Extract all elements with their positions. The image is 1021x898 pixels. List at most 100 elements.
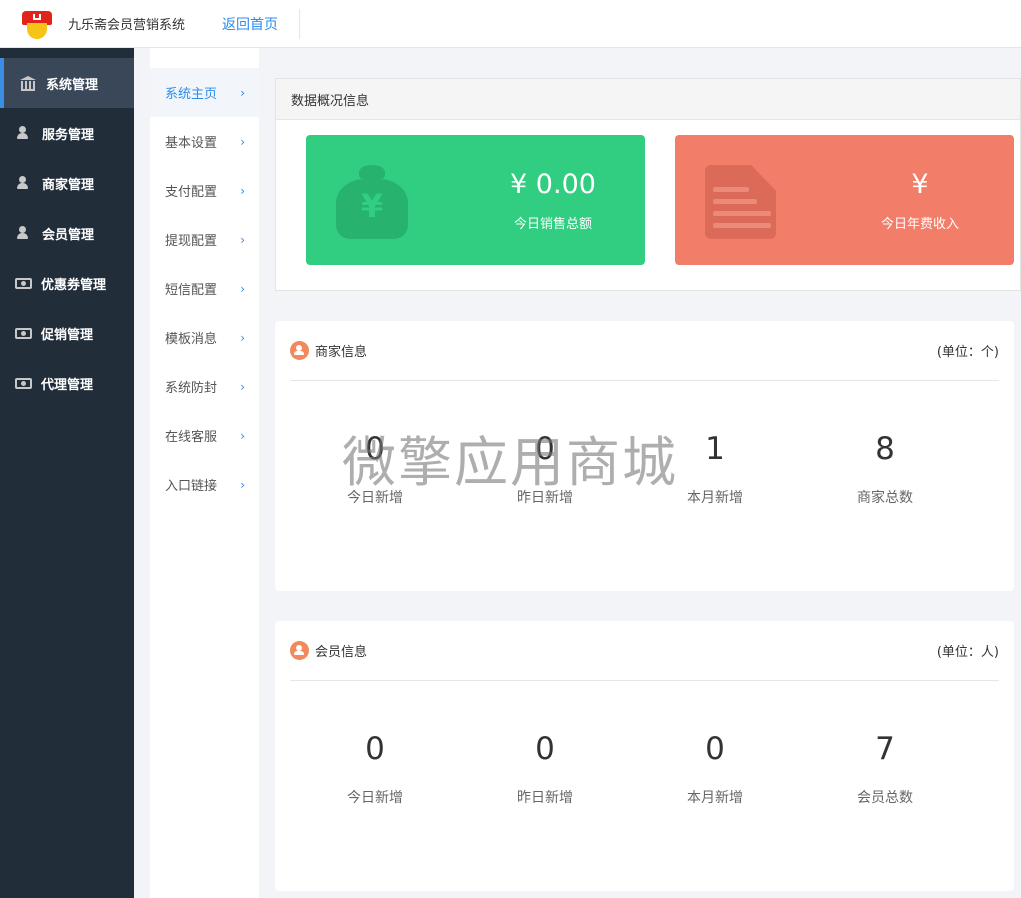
submenu-item-label: 入口链接 [165, 479, 218, 494]
chevron-right-icon: › [240, 134, 245, 149]
submenu-item-sms[interactable]: 短信配置 › [150, 264, 259, 313]
header-divider [299, 8, 301, 39]
stat-value: 8 [875, 431, 895, 467]
stat-value: 0 [535, 731, 555, 767]
overview-title: 数据概况信息 [276, 79, 1020, 120]
chevron-right-icon: › [240, 428, 245, 443]
money-icon [15, 277, 32, 289]
sidebar-item-label: 优惠券管理 [41, 277, 107, 293]
sidebar-item-label: 促销管理 [41, 327, 94, 343]
chevron-right-icon: › [240, 183, 245, 198]
member-info-title: 会员信息 [315, 645, 368, 660]
bank-icon [19, 76, 37, 91]
app-logo [20, 7, 54, 41]
overview-panel: 数据概况信息 ¥ ¥ 0.00 今日销售总额 ¥ 今日年费收入 [275, 78, 1021, 291]
stat-value: 0 [365, 731, 385, 767]
submenu-item-label: 系统主页 [165, 87, 218, 102]
user-icon [15, 176, 33, 190]
sales-value: ¥ 0.00 [510, 169, 596, 200]
sidebar-item-label: 商家管理 [42, 177, 95, 193]
submenu-item-entry-link[interactable]: 入口链接 › [150, 460, 259, 509]
submenu-item-payment[interactable]: 支付配置 › [150, 166, 259, 215]
fee-value: ¥ [911, 169, 929, 200]
stat-value: 0 [705, 731, 725, 767]
user-icon [15, 126, 33, 140]
stat-item: 7 会员总数 [800, 731, 970, 807]
member-unit: (单位：人) [936, 645, 999, 660]
money-icon [15, 377, 32, 389]
stat-label: 今日新增 [347, 790, 403, 806]
stat-label: 今日新增 [347, 490, 403, 506]
stat-item: 0 今日新增 [290, 731, 460, 807]
document-icon [705, 165, 776, 239]
sidebar-item-system[interactable]: 系统管理 [0, 58, 134, 108]
fee-label: 今日年费收入 [880, 217, 959, 232]
merchant-info-header: 商家信息 (单位：个) [290, 341, 999, 381]
merchant-info-panel: 商家信息 (单位：个) 0 今日新增 0 昨日新增 1 本月新增 8 商家总数 [275, 321, 1014, 591]
money-bag-icon: ¥ [336, 165, 408, 239]
sidebar-item-label: 服务管理 [42, 127, 95, 143]
stat-value: 1 [705, 431, 725, 467]
sidebar-item-agent[interactable]: 代理管理 [0, 358, 134, 408]
submenu-item-label: 短信配置 [165, 283, 218, 298]
stat-item: 0 昨日新增 [460, 431, 630, 507]
member-info-header: 会员信息 (单位：人) [290, 641, 999, 681]
member-stats: 0 今日新增 0 昨日新增 0 本月新增 7 会员总数 [290, 731, 999, 807]
back-home-link[interactable]: 返回首页 [222, 14, 278, 34]
sidebar-item-merchant[interactable]: 商家管理 [0, 158, 134, 208]
settings-submenu: 系统主页 › 基本设置 › 支付配置 › 提现配置 › 短信配置 › 模板消息 … [150, 48, 259, 898]
stat-value: 0 [365, 431, 385, 467]
submenu-item-label: 支付配置 [165, 185, 218, 200]
stat-item: 0 昨日新增 [460, 731, 630, 807]
stat-item: 0 本月新增 [630, 731, 800, 807]
app-title: 九乐斋会员营销系统 [68, 18, 186, 33]
sales-card: ¥ ¥ 0.00 今日销售总额 [306, 135, 645, 265]
merchant-badge-icon [290, 341, 309, 360]
sidebar-item-promotion[interactable]: 促销管理 [0, 308, 134, 358]
chevron-right-icon: › [240, 379, 245, 394]
chevron-right-icon: › [240, 330, 245, 345]
stat-label: 昨日新增 [517, 790, 573, 806]
stat-label: 本月新增 [687, 790, 743, 806]
member-info-panel: 会员信息 (单位：人) 0 今日新增 0 昨日新增 0 本月新增 7 会员总数 [275, 621, 1014, 891]
stat-item: 1 本月新增 [630, 431, 800, 507]
sidebar-item-label: 代理管理 [41, 377, 94, 393]
submenu-item-antiblock[interactable]: 系统防封 › [150, 362, 259, 411]
submenu-item-label: 在线客服 [165, 430, 218, 445]
submenu-item-label: 基本设置 [165, 136, 218, 151]
sidebar-item-label: 会员管理 [42, 227, 95, 243]
stat-label: 本月新增 [687, 490, 743, 506]
money-icon [15, 327, 32, 339]
top-header: 九乐斋会员营销系统 返回首页 [0, 0, 1021, 48]
submenu-item-template[interactable]: 模板消息 › [150, 313, 259, 362]
stat-item: 0 今日新增 [290, 431, 460, 507]
merchant-info-title: 商家信息 [315, 345, 368, 360]
submenu-item-basic[interactable]: 基本设置 › [150, 117, 259, 166]
stat-value: 7 [875, 731, 895, 767]
merchant-unit: (单位：个) [936, 345, 999, 360]
submenu-item-label: 提现配置 [165, 234, 218, 249]
submenu-item-support[interactable]: 在线客服 › [150, 411, 259, 460]
stat-label: 商家总数 [857, 490, 913, 506]
user-icon [15, 226, 33, 240]
chevron-right-icon: › [240, 232, 245, 247]
sidebar-item-coupon[interactable]: 优惠券管理 [0, 258, 134, 308]
submenu-item-label: 系统防封 [165, 381, 218, 396]
sidebar-item-label: 系统管理 [46, 77, 99, 93]
sales-label: 今日销售总额 [513, 217, 592, 232]
stat-label: 会员总数 [857, 790, 913, 806]
submenu-item-withdraw[interactable]: 提现配置 › [150, 215, 259, 264]
sidebar-item-member[interactable]: 会员管理 [0, 208, 134, 258]
chevron-right-icon: › [240, 477, 245, 492]
main-sidebar: 系统管理 服务管理 商家管理 会员管理 优惠券管理 促销管理 代理管理 [0, 48, 134, 898]
stat-item: 8 商家总数 [800, 431, 970, 507]
sidebar-item-service[interactable]: 服务管理 [0, 108, 134, 158]
chevron-right-icon: › [240, 85, 245, 100]
stat-label: 昨日新增 [517, 490, 573, 506]
fee-card: ¥ 今日年费收入 [675, 135, 1014, 265]
stat-value: 0 [535, 431, 555, 467]
submenu-item-home[interactable]: 系统主页 › [150, 68, 259, 117]
merchant-stats: 0 今日新增 0 昨日新增 1 本月新增 8 商家总数 [290, 431, 999, 507]
chevron-right-icon: › [240, 281, 245, 296]
submenu-item-label: 模板消息 [165, 332, 218, 347]
